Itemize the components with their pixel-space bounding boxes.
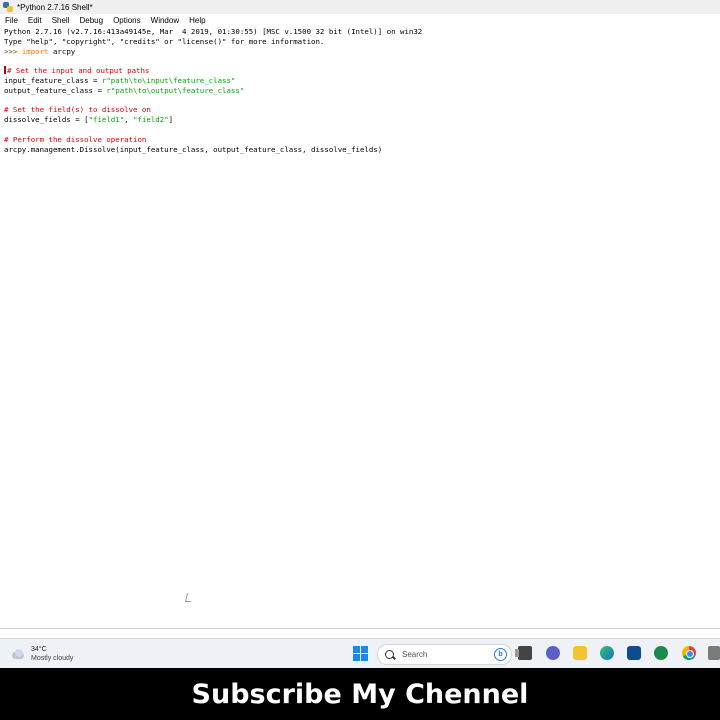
python-app-icon [3, 2, 13, 12]
comment-fields: # Set the field(s) to dissolve on [4, 105, 151, 115]
window-title: *Python 2.7.16 Shell* [17, 2, 93, 12]
import-module: arcpy [48, 46, 76, 56]
ibeam-cursor-icon [185, 593, 193, 602]
weather-temperature: 34°C [31, 646, 47, 653]
menu-window[interactable]: Window [146, 16, 184, 25]
shell-code: Python 2.7.16 (v2.7.16:413a49145e, Mar 4… [4, 27, 422, 154]
comment-paths: # Set the input and output paths [7, 66, 150, 76]
menu-shell[interactable]: Shell [47, 16, 75, 25]
taskbar: 34°C Mostly cloudy Search b [0, 638, 720, 669]
file-explorer-icon[interactable] [573, 646, 587, 660]
menu-debug[interactable]: Debug [74, 16, 108, 25]
shell-prompt: >>> [4, 46, 22, 56]
dissolve-call: arcpy.management.Dissolve(input_feature_… [4, 144, 383, 154]
output-path-string: r"path\to\output\feature_class" [106, 85, 245, 95]
fields-end: ] [168, 115, 174, 125]
weather-widget[interactable]: 34°C Mostly cloudy [10, 645, 73, 663]
cloud-icon [10, 649, 26, 659]
chrome-icon[interactable] [682, 646, 696, 660]
import-keyword: import [21, 46, 49, 56]
menu-help[interactable]: Help [184, 16, 210, 25]
search-icon [385, 650, 394, 659]
microsoft-store-icon[interactable] [627, 646, 641, 660]
banner-line-1: Python 2.7.16 (v2.7.16:413a49145e, Mar 4… [4, 27, 423, 36]
windows-start-icon[interactable] [353, 646, 368, 661]
fields-sep: , [124, 115, 134, 125]
taskbar-search-box[interactable]: Search b [377, 644, 512, 665]
search-placeholder: Search [402, 650, 428, 659]
chat-icon[interactable] [546, 646, 560, 660]
field2-string: "field2" [133, 115, 169, 125]
window-title-bar[interactable]: *Python 2.7.16 Shell* [0, 0, 720, 14]
banner-text: Subscribe My Chennel [191, 678, 529, 710]
menu-file[interactable]: File [0, 16, 23, 25]
bing-icon[interactable]: b [494, 648, 507, 661]
input-var: input_feature_class = [4, 75, 102, 85]
output-var: output_feature_class = [4, 85, 107, 95]
banner-line-2: Type "help", "copyright", "credits" or "… [4, 36, 325, 46]
comment-dissolve: # Perform the dissolve operation [4, 134, 147, 144]
input-path-string: r"path\to\input\feature_class" [101, 75, 236, 85]
menu-bar: File Edit Shell Debug Options Window Hel… [0, 14, 720, 28]
field1-string: "field1" [88, 115, 125, 125]
search-app-icon[interactable] [654, 646, 668, 660]
overflow-app-icon[interactable] [708, 646, 720, 660]
menu-edit[interactable]: Edit [23, 16, 47, 25]
edge-browser-icon[interactable] [600, 646, 614, 660]
text-cursor [4, 66, 6, 75]
task-view-icon[interactable] [515, 646, 532, 660]
fields-var: dissolve_fields = [ [4, 115, 89, 125]
menu-options[interactable]: Options [108, 16, 146, 25]
shell-text-area[interactable]: Python 2.7.16 (v2.7.16:413a49145e, Mar 4… [0, 27, 720, 628]
subscribe-banner: Subscribe My Chennel [0, 668, 720, 720]
weather-condition: Mostly cloudy [31, 655, 74, 662]
